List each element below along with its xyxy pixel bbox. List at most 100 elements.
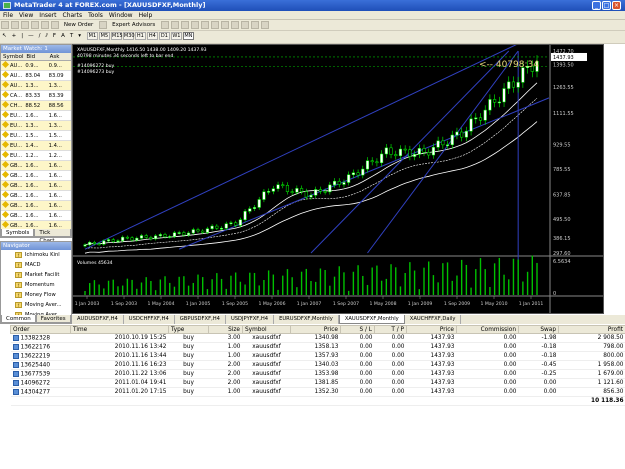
templates-icon[interactable]	[261, 21, 270, 29]
menu-help[interactable]: Help	[136, 11, 156, 20]
vline-icon[interactable]: |	[19, 32, 25, 41]
timeframe-mn-button[interactable]: MN	[182, 32, 194, 40]
tester-icon[interactable]	[51, 21, 59, 29]
chart-tab[interactable]: XAUCHFFXF,Daily	[405, 315, 462, 324]
market-watch-row[interactable]: GB... 1.6... 1.6...	[1, 171, 71, 181]
menu-window[interactable]: Window	[106, 11, 136, 20]
col-order-header[interactable]: Order	[10, 325, 71, 334]
col-ask[interactable]: Ask	[48, 53, 71, 60]
tab-symbols[interactable]: Symbols	[1, 229, 35, 237]
col-sl-header[interactable]: S / L	[340, 325, 375, 334]
new-order-button[interactable]: New Order	[62, 21, 95, 30]
new-chart-icon[interactable]	[1, 21, 9, 29]
chart-tab[interactable]: XAUUSDFXF,Monthly	[338, 315, 405, 324]
autoscroll-icon[interactable]	[221, 21, 230, 29]
line-chart-icon[interactable]	[181, 21, 190, 29]
navigator-item[interactable]: f Money Flow	[1, 290, 71, 300]
market-watch-icon[interactable]	[21, 21, 29, 29]
bar-chart-icon[interactable]	[161, 21, 170, 29]
fibo-icon[interactable]: F	[51, 32, 58, 41]
navigator-icon[interactable]	[31, 21, 39, 29]
terminal-icon[interactable]	[41, 21, 49, 29]
tab-common[interactable]: Common	[1, 315, 36, 323]
candle-chart-icon[interactable]	[171, 21, 180, 29]
chart-tab[interactable]: GBPUSDFXF,H4	[175, 315, 226, 324]
market-watch-row[interactable]: EU... 1.5... 1.5...	[1, 131, 71, 141]
timeframe-h4-button[interactable]: H4	[146, 32, 158, 40]
table-row[interactable]: 14304277 2011.01.20 17:15 buy 1.00 xauusdfxf…	[10, 387, 625, 397]
market-watch-row[interactable]: AU... 0.9... 0.9...	[1, 61, 71, 71]
timeframe-m1-button[interactable]: M1	[86, 32, 98, 40]
market-watch-row[interactable]: GB... 1.6... 1.6...	[1, 201, 71, 211]
table-row[interactable]: 13625440 2010.11.16 16:23 buy 2.00 xauusdfxf…	[10, 360, 625, 370]
table-row[interactable]: 13677539 2010.11.22 13:06 buy 2.00 xauusdfxf…	[10, 369, 625, 379]
zoom-out-icon[interactable]	[201, 21, 210, 29]
hline-icon[interactable]: —	[26, 32, 36, 41]
col-profit-header[interactable]: Profit	[558, 325, 625, 334]
market-watch-row[interactable]: EU... 1.4... 1.4...	[1, 141, 71, 151]
timeframe-h1-button[interactable]: H1	[134, 32, 146, 40]
periods-icon[interactable]	[251, 21, 260, 29]
crosshair-icon[interactable]: +	[10, 32, 19, 41]
col-tp-header[interactable]: T / P	[374, 325, 407, 334]
col-price-header[interactable]: Price	[290, 325, 341, 334]
label-icon[interactable]: T	[68, 32, 75, 41]
timeframe-m30-button[interactable]: M30	[122, 32, 135, 40]
market-watch-row[interactable]: GB... 1.6... 1.6...	[1, 191, 71, 201]
navigator-item[interactable]: f MACD	[1, 260, 71, 270]
col-symbol-header[interactable]: Symbol	[242, 325, 291, 334]
maximize-icon[interactable]: □	[602, 1, 611, 10]
market-watch-row[interactable]: AU... 1.3... 1.3...	[1, 81, 71, 91]
col-commission-header[interactable]: Commission	[456, 325, 519, 334]
timeframe-m5-button[interactable]: M5	[98, 32, 110, 40]
market-watch-row[interactable]: GB... 1.6... 1.6...	[1, 161, 71, 171]
market-watch-row[interactable]: EU... 1.2... 1.2...	[1, 151, 71, 161]
menu-view[interactable]: View	[16, 11, 36, 20]
menu-tools[interactable]: Tools	[85, 11, 106, 20]
chart-tab[interactable]: USDCHFFXF,H4	[124, 315, 175, 324]
col-type-header[interactable]: Type	[168, 325, 209, 334]
tab-favorites[interactable]: Favorites	[35, 315, 71, 323]
menu-charts[interactable]: Charts	[60, 11, 86, 20]
table-row[interactable]: 14096272 2011.01.04 19:41 buy 2.00 xauusdfxf…	[10, 378, 625, 388]
market-watch-row[interactable]: AU... 83.04 83.09	[1, 71, 71, 81]
chart-tab[interactable]: EURUSDFXF,Monthly	[274, 315, 339, 324]
tab-tick-chart[interactable]: Tick Chart	[34, 229, 71, 244]
col-swap-header[interactable]: Swap	[518, 325, 559, 334]
table-row[interactable]: 13382328 2010.10.19 15:25 buy 3.00 xauusdfxf…	[10, 333, 625, 343]
menu-insert[interactable]: Insert	[36, 11, 59, 20]
col-price-header[interactable]: Price	[406, 325, 457, 334]
text-icon[interactable]: A	[59, 32, 67, 41]
market-watch-row[interactable]: CH... 88.52 88.56	[1, 101, 71, 111]
market-watch-row[interactable]: EU... 1.3... 1.3...	[1, 121, 71, 131]
price-chart[interactable]: 1472.701437.931393.501263.551111.55929.5…	[72, 44, 604, 314]
timeframe-m15-button[interactable]: M15	[110, 32, 123, 40]
col-bid[interactable]: Bid	[24, 53, 47, 60]
col-size-header[interactable]: Size	[208, 325, 243, 334]
col-symbol[interactable]: Symbol	[1, 53, 24, 60]
cursor-icon[interactable]: ↖	[0, 32, 9, 41]
navigator-item[interactable]: f Market Facilit	[1, 270, 71, 280]
metaeditor-icon[interactable]	[99, 21, 108, 29]
table-row[interactable]: 13622176 2010.11.16 13:42 buy 1.00 xauusdfxf…	[10, 342, 625, 352]
navigator-item[interactable]: fMoving Aver...	[1, 300, 71, 310]
channel-icon[interactable]: ⫽	[43, 32, 49, 41]
market-watch-row[interactable]: GB... 1.6... 1.6...	[1, 211, 71, 221]
chart-canvas[interactable]: 1472.701437.931393.501263.551111.55929.5…	[73, 45, 603, 313]
chart-tab[interactable]: AUDUSDFXF,H4	[72, 315, 124, 324]
indicators-icon[interactable]	[241, 21, 250, 29]
minimize-icon[interactable]: _	[592, 1, 601, 10]
chart-tab[interactable]: USDJPYFXF,H4	[226, 315, 275, 324]
chart-shift-icon[interactable]	[231, 21, 240, 29]
timeframe-d1-button[interactable]: D1	[158, 32, 170, 40]
profiles-icon[interactable]	[11, 21, 19, 29]
menu-file[interactable]: File	[0, 11, 16, 20]
zoom-in-icon[interactable]	[191, 21, 200, 29]
expert-advisors-button[interactable]: Expert Advisors	[110, 21, 157, 30]
market-watch-row[interactable]: GB... 1.6... 1.6...	[1, 181, 71, 191]
market-watch-row[interactable]: EU... 1.6... 1.6...	[1, 111, 71, 121]
col-time-header[interactable]: Time	[70, 325, 169, 334]
market-watch-row[interactable]: CA... 83.33 83.39	[1, 91, 71, 101]
arrows-icon[interactable]: ▾	[76, 32, 83, 41]
table-row[interactable]: 13622219 2010.11.16 13:44 buy 1.00 xauusdfxf…	[10, 351, 625, 361]
